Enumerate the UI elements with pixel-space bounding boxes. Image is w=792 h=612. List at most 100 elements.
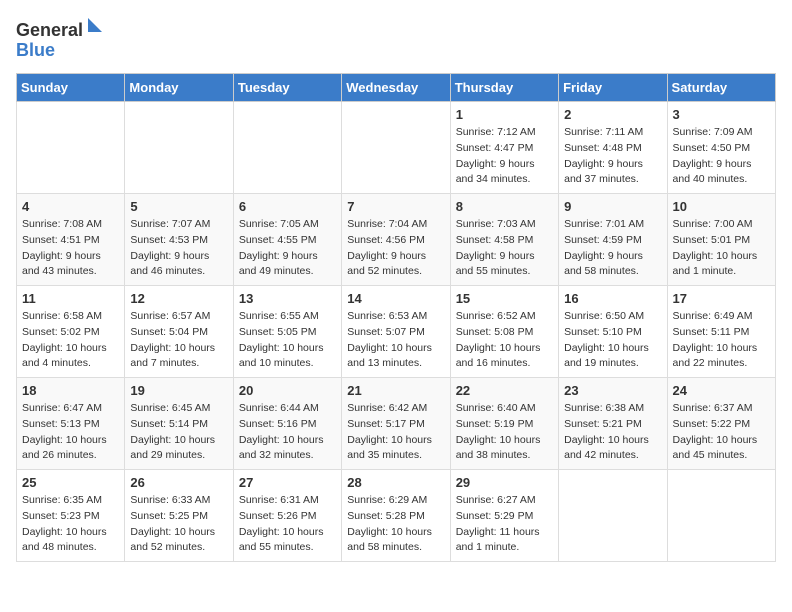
day-number: 4	[22, 199, 119, 214]
day-number: 12	[130, 291, 227, 306]
day-number: 11	[22, 291, 119, 306]
day-info: Sunrise: 7:09 AM Sunset: 4:50 PM Dayligh…	[673, 125, 770, 188]
weekday-header: Saturday	[667, 74, 775, 102]
day-info: Sunrise: 6:33 AM Sunset: 5:25 PM Dayligh…	[130, 493, 227, 556]
weekday-header-row: SundayMondayTuesdayWednesdayThursdayFrid…	[17, 74, 776, 102]
day-info: Sunrise: 6:44 AM Sunset: 5:16 PM Dayligh…	[239, 401, 336, 464]
day-number: 26	[130, 475, 227, 490]
svg-text:Blue: Blue	[16, 40, 55, 60]
calendar-week-row: 25 Sunrise: 6:35 AM Sunset: 5:23 PM Dayli…	[17, 470, 776, 562]
calendar-cell: 18 Sunrise: 6:47 AM Sunset: 5:13 PM Dayli…	[17, 378, 125, 470]
calendar-cell	[342, 102, 450, 194]
day-number: 21	[347, 383, 444, 398]
calendar-cell: 14 Sunrise: 6:53 AM Sunset: 5:07 PM Dayli…	[342, 286, 450, 378]
day-number: 19	[130, 383, 227, 398]
weekday-header: Wednesday	[342, 74, 450, 102]
day-info: Sunrise: 7:05 AM Sunset: 4:55 PM Dayligh…	[239, 217, 336, 280]
day-number: 25	[22, 475, 119, 490]
calendar-cell: 23Sunrise: 6:38 AM Sunset: 5:21 PM Dayli…	[559, 378, 667, 470]
calendar-cell: 10 Sunrise: 7:00 AM Sunset: 5:01 PM Dayli…	[667, 194, 775, 286]
day-number: 15	[456, 291, 553, 306]
day-number: 29	[456, 475, 553, 490]
day-info: Sunrise: 6:58 AM Sunset: 5:02 PM Dayligh…	[22, 309, 119, 372]
day-number: 28	[347, 475, 444, 490]
calendar-cell	[667, 470, 775, 562]
day-number: 27	[239, 475, 336, 490]
calendar-cell: 11 Sunrise: 6:58 AM Sunset: 5:02 PM Dayli…	[17, 286, 125, 378]
day-number: 7	[347, 199, 444, 214]
day-number: 17	[673, 291, 770, 306]
logo-icon: GeneralBlue	[16, 16, 106, 61]
svg-text:General: General	[16, 20, 83, 40]
calendar-cell	[559, 470, 667, 562]
day-info: Sunrise: 6:27 AM Sunset: 5:29 PM Dayligh…	[456, 493, 553, 556]
calendar-cell: 12 Sunrise: 6:57 AM Sunset: 5:04 PM Dayli…	[125, 286, 233, 378]
day-info: Sunrise: 6:47 AM Sunset: 5:13 PM Dayligh…	[22, 401, 119, 464]
day-number: 18	[22, 383, 119, 398]
calendar-cell: 9Sunrise: 7:01 AM Sunset: 4:59 PM Daylig…	[559, 194, 667, 286]
day-info: Sunrise: 7:07 AM Sunset: 4:53 PM Dayligh…	[130, 217, 227, 280]
calendar-table: SundayMondayTuesdayWednesdayThursdayFrid…	[16, 73, 776, 562]
day-number: 14	[347, 291, 444, 306]
calendar-cell: 27 Sunrise: 6:31 AM Sunset: 5:26 PM Dayli…	[233, 470, 341, 562]
day-info: Sunrise: 6:35 AM Sunset: 5:23 PM Dayligh…	[22, 493, 119, 556]
calendar-week-row: 4 Sunrise: 7:08 AM Sunset: 4:51 PM Daylig…	[17, 194, 776, 286]
calendar-cell: 20 Sunrise: 6:44 AM Sunset: 5:16 PM Dayli…	[233, 378, 341, 470]
day-number: 13	[239, 291, 336, 306]
calendar-cell	[233, 102, 341, 194]
day-info: Sunrise: 6:45 AM Sunset: 5:14 PM Dayligh…	[130, 401, 227, 464]
calendar-cell: 13 Sunrise: 6:55 AM Sunset: 5:05 PM Dayli…	[233, 286, 341, 378]
calendar-week-row: 18 Sunrise: 6:47 AM Sunset: 5:13 PM Dayli…	[17, 378, 776, 470]
day-number: 6	[239, 199, 336, 214]
day-number: 22	[456, 383, 553, 398]
day-number: 2	[564, 107, 661, 122]
logo: GeneralBlue	[16, 16, 106, 61]
calendar-cell: 29 Sunrise: 6:27 AM Sunset: 5:29 PM Dayli…	[450, 470, 558, 562]
day-number: 9	[564, 199, 661, 214]
day-info: Sunrise: 6:31 AM Sunset: 5:26 PM Dayligh…	[239, 493, 336, 556]
calendar-week-row: 11 Sunrise: 6:58 AM Sunset: 5:02 PM Dayli…	[17, 286, 776, 378]
day-number: 16	[564, 291, 661, 306]
day-info: Sunrise: 6:55 AM Sunset: 5:05 PM Dayligh…	[239, 309, 336, 372]
weekday-header: Sunday	[17, 74, 125, 102]
day-info: Sunrise: 6:57 AM Sunset: 5:04 PM Dayligh…	[130, 309, 227, 372]
calendar-cell: 25 Sunrise: 6:35 AM Sunset: 5:23 PM Dayli…	[17, 470, 125, 562]
weekday-header: Thursday	[450, 74, 558, 102]
calendar-cell: 4 Sunrise: 7:08 AM Sunset: 4:51 PM Daylig…	[17, 194, 125, 286]
day-info: Sunrise: 7:00 AM Sunset: 5:01 PM Dayligh…	[673, 217, 770, 280]
calendar-cell: 1Sunrise: 7:12 AM Sunset: 4:47 PM Daylig…	[450, 102, 558, 194]
day-number: 8	[456, 199, 553, 214]
day-number: 24	[673, 383, 770, 398]
weekday-header: Tuesday	[233, 74, 341, 102]
calendar-cell: 19 Sunrise: 6:45 AM Sunset: 5:14 PM Dayli…	[125, 378, 233, 470]
day-info: Sunrise: 6:42 AM Sunset: 5:17 PM Dayligh…	[347, 401, 444, 464]
day-info: Sunrise: 6:50 AM Sunset: 5:10 PM Dayligh…	[564, 309, 661, 372]
calendar-cell: 2 Sunrise: 7:11 AM Sunset: 4:48 PM Daylig…	[559, 102, 667, 194]
day-info: Sunrise: 6:49 AM Sunset: 5:11 PM Dayligh…	[673, 309, 770, 372]
day-info: Sunrise: 7:12 AM Sunset: 4:47 PM Dayligh…	[456, 125, 553, 188]
calendar-cell	[17, 102, 125, 194]
day-info: Sunrise: 7:08 AM Sunset: 4:51 PM Dayligh…	[22, 217, 119, 280]
calendar-cell: 8Sunrise: 7:03 AM Sunset: 4:58 PM Daylig…	[450, 194, 558, 286]
calendar-cell: 24 Sunrise: 6:37 AM Sunset: 5:22 PM Dayli…	[667, 378, 775, 470]
calendar-cell: 28 Sunrise: 6:29 AM Sunset: 5:28 PM Dayli…	[342, 470, 450, 562]
day-info: Sunrise: 6:37 AM Sunset: 5:22 PM Dayligh…	[673, 401, 770, 464]
day-info: Sunrise: 7:11 AM Sunset: 4:48 PM Dayligh…	[564, 125, 661, 188]
day-info: Sunrise: 6:29 AM Sunset: 5:28 PM Dayligh…	[347, 493, 444, 556]
calendar-cell: 6 Sunrise: 7:05 AM Sunset: 4:55 PM Daylig…	[233, 194, 341, 286]
day-number: 3	[673, 107, 770, 122]
header: GeneralBlue	[16, 16, 776, 61]
day-number: 20	[239, 383, 336, 398]
day-number: 10	[673, 199, 770, 214]
day-info: Sunrise: 6:52 AM Sunset: 5:08 PM Dayligh…	[456, 309, 553, 372]
day-info: Sunrise: 6:53 AM Sunset: 5:07 PM Dayligh…	[347, 309, 444, 372]
calendar-cell: 5 Sunrise: 7:07 AM Sunset: 4:53 PM Daylig…	[125, 194, 233, 286]
calendar-cell: 16 Sunrise: 6:50 AM Sunset: 5:10 PM Dayli…	[559, 286, 667, 378]
weekday-header: Monday	[125, 74, 233, 102]
calendar-cell: 22Sunrise: 6:40 AM Sunset: 5:19 PM Dayli…	[450, 378, 558, 470]
calendar-week-row: 1Sunrise: 7:12 AM Sunset: 4:47 PM Daylig…	[17, 102, 776, 194]
calendar-cell: 7Sunrise: 7:04 AM Sunset: 4:56 PM Daylig…	[342, 194, 450, 286]
calendar-cell: 15 Sunrise: 6:52 AM Sunset: 5:08 PM Dayli…	[450, 286, 558, 378]
day-number: 5	[130, 199, 227, 214]
day-number: 23	[564, 383, 661, 398]
